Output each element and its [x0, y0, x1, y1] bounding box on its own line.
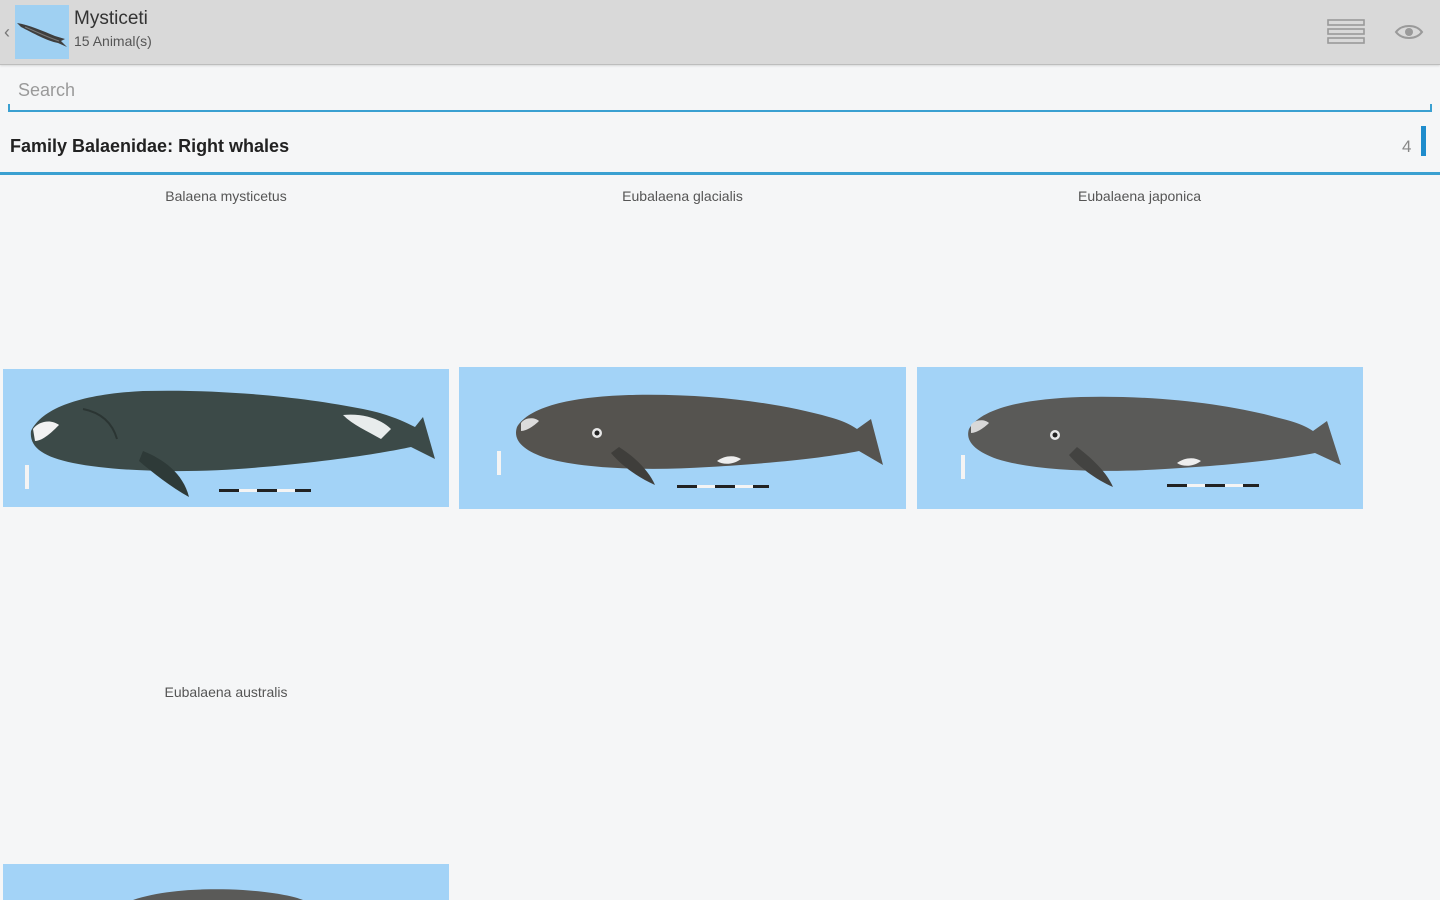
- animal-name: Eubalaena glacialis: [622, 188, 743, 204]
- visibility-button[interactable]: [1386, 14, 1432, 50]
- section-count: 4: [1402, 137, 1412, 156]
- page-title: Mysticeti: [74, 8, 148, 29]
- animal-image[interactable]: [459, 367, 906, 509]
- list-icon: [1327, 19, 1365, 44]
- animal-name: Eubalaena japonica: [1078, 188, 1201, 204]
- section-indicator: [1421, 126, 1426, 156]
- search-underline-tick: [1430, 104, 1432, 110]
- animal-name: Balaena mysticetus: [165, 188, 287, 204]
- animal-image[interactable]: [3, 864, 449, 900]
- animal-card[interactable]: Eubalaena glacialis: [459, 176, 906, 516]
- animal-image[interactable]: [917, 367, 1363, 509]
- north-pacific-right-whale-illustration: [961, 396, 1341, 487]
- search-field: [8, 72, 1438, 112]
- southern-right-whale-illustration: [133, 889, 303, 900]
- search-input[interactable]: [8, 72, 1438, 108]
- chevron-left-icon[interactable]: ‹: [4, 20, 14, 44]
- animal-image[interactable]: [3, 369, 449, 507]
- eye-icon: [1394, 25, 1424, 39]
- search-underline-tick: [8, 104, 10, 110]
- section-title: Family Balaenidae: Right whales: [10, 136, 290, 156]
- animal-card[interactable]: Balaena mysticetus: [3, 176, 449, 516]
- animal-card[interactable]: Eubalaena japonica: [916, 176, 1363, 516]
- north-atlantic-right-whale-illustration: [497, 394, 883, 488]
- action-bar: ‹ Mysticeti 15 Animal(s): [0, 0, 1440, 65]
- list-view-button[interactable]: [1322, 14, 1370, 50]
- app-logo[interactable]: [15, 5, 69, 59]
- animal-name: Eubalaena australis: [164, 684, 288, 700]
- bowhead-whale-illustration: [25, 390, 435, 497]
- animal-count: 15 Animal(s): [74, 33, 152, 49]
- section-header[interactable]: Family Balaenidae: Right whales 4: [0, 124, 1440, 175]
- animal-card[interactable]: Eubalaena australis: [3, 672, 449, 900]
